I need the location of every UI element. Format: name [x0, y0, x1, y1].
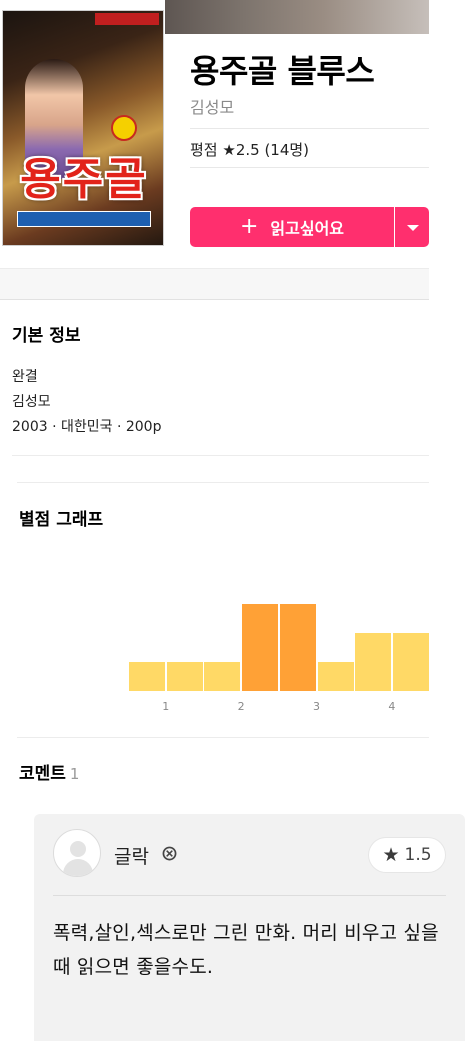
comments-header: 코멘트 1 — [19, 759, 79, 784]
want-to-read-dropdown-button[interactable] — [395, 207, 429, 247]
comment-rating-value: 1.5 — [404, 845, 432, 865]
divider — [17, 737, 429, 738]
rating-tick-label: 2 — [237, 700, 245, 713]
cover-top-banner — [95, 13, 159, 25]
header-background-strip — [165, 0, 429, 34]
comment-rating-badge: ★ 1.5 — [369, 838, 445, 872]
rating-bar-4 — [392, 633, 429, 691]
basic-info-title: 기본 정보 — [12, 326, 81, 346]
divider — [17, 482, 429, 483]
rating-bar-2.5 — [279, 604, 316, 691]
plus-icon: + — [239, 214, 259, 239]
chevron-down-icon — [407, 225, 419, 231]
rating-bar-1 — [166, 662, 203, 691]
avatar-shoulders — [63, 859, 93, 876]
info-author[interactable]: 김성모 — [12, 391, 51, 411]
cover-subtitle-band — [17, 211, 151, 227]
comments-title: 코멘트 — [19, 764, 66, 784]
divider — [12, 455, 429, 456]
book-author[interactable]: 김성모 — [190, 94, 234, 118]
comment-text[interactable]: 폭력,살인,섹스로만 그린 만화. 머리 비우고 싶을때 읽으면 좋을수도. — [53, 916, 448, 984]
rating-bar-0.5 — [129, 662, 165, 691]
rating-tick-label: 4 — [388, 700, 396, 713]
rating-graph-title: 별점 그래프 — [19, 510, 104, 530]
info-status: 완결 — [12, 369, 38, 385]
rating-distribution-chart: 1 2 3 4 — [0, 560, 476, 720]
book-title: 용주골 블루스 — [190, 52, 375, 90]
section-separator — [0, 268, 429, 300]
rating-bar-2 — [242, 604, 279, 691]
rating-bar-1.5 — [204, 662, 241, 691]
comment-username[interactable]: 글락 — [114, 842, 149, 869]
badge-icon — [162, 846, 177, 861]
rating-bar-3 — [317, 662, 354, 691]
rating-tick-label: 3 — [313, 700, 320, 713]
rating-bar-3.5 — [355, 633, 392, 691]
star-icon: ★ — [382, 844, 400, 866]
cover-volume-badge — [111, 115, 137, 141]
want-to-read-label: 읽고싶어요 — [270, 219, 345, 238]
default-avatar-icon[interactable] — [53, 829, 101, 877]
avatar-head — [70, 841, 86, 857]
comments-count: 1 — [69, 765, 80, 783]
want-to-read-button[interactable]: + 읽고싶어요 — [190, 207, 394, 247]
divider — [190, 128, 429, 129]
divider — [53, 895, 446, 896]
book-cover-image: 용주골 — [2, 10, 164, 246]
cover-title-text: 용주골 — [20, 154, 148, 205]
average-rating: 평점 ★2.5 (14명) — [190, 141, 310, 159]
info-meta: 2003 · 대한민국 · 200p — [12, 419, 162, 435]
divider — [190, 167, 429, 168]
rating-tick-label: 1 — [162, 700, 170, 713]
